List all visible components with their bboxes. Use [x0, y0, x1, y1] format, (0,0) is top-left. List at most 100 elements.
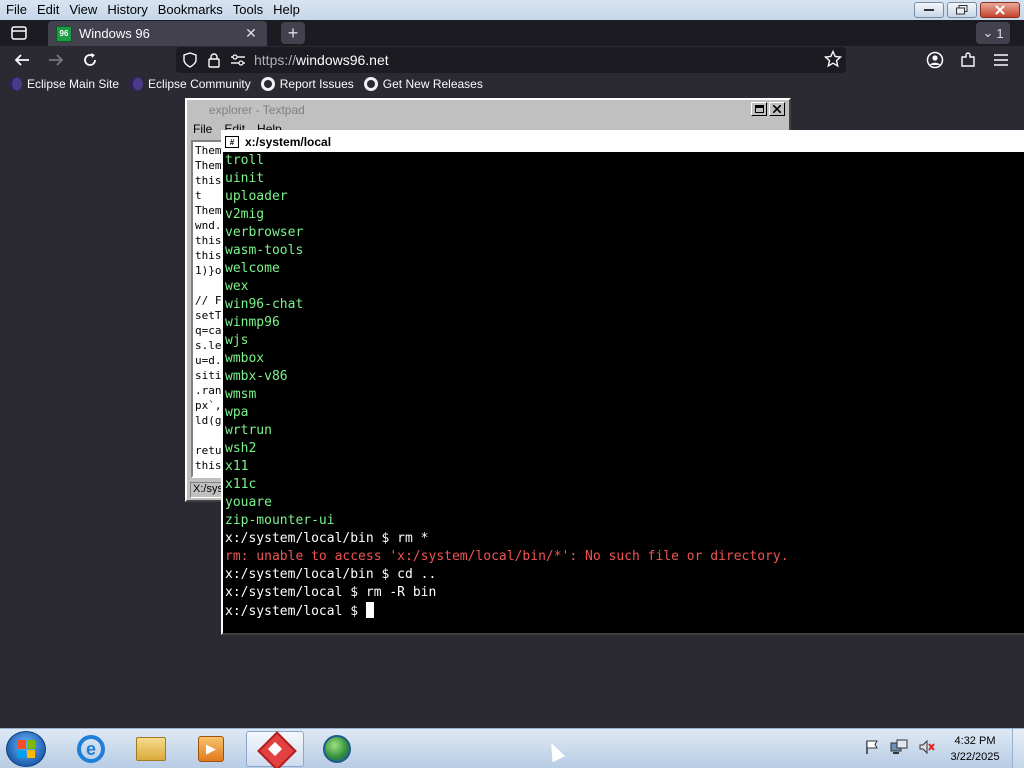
reload-button[interactable] — [79, 50, 101, 70]
network-icon[interactable] — [890, 739, 908, 758]
terminal-line: uinit — [225, 170, 1024, 188]
terminal-line: win96-chat — [225, 296, 1024, 314]
back-arrow-icon — [14, 54, 29, 66]
taskbar-media-player[interactable]: ▶ — [182, 731, 240, 767]
terminal-window[interactable]: # x:/system/local troll uinit uploader v2mi… — [221, 130, 1024, 635]
terminal-line-text: rm: unable to access 'x:/system/local/bi… — [225, 549, 789, 564]
terminal-line-text: wpa — [225, 405, 249, 420]
textpad-title: explorer - Textpad — [209, 103, 305, 117]
terminal-line: x11 — [225, 458, 1024, 476]
bookmark-star-icon[interactable] — [823, 49, 843, 71]
minimize-icon — [924, 9, 934, 11]
restore-button[interactable] — [947, 2, 977, 18]
menu-file[interactable]: File — [0, 0, 32, 20]
menu-history[interactable]: History — [102, 0, 152, 20]
taskbar-network[interactable] — [308, 731, 366, 767]
menu-help[interactable]: Help — [268, 0, 305, 20]
terminal-line: verbrowser — [225, 224, 1024, 242]
address-bar[interactable]: https://windows96.net — [176, 47, 846, 73]
browser-menubar: File Edit View History Bookmarks Tools H… — [0, 0, 1024, 20]
bookmark-eclipse-community[interactable]: Eclipse Community — [129, 77, 251, 91]
terminal-output[interactable]: troll uinit uploader v2mig verbrowser wasm-to… — [223, 152, 1024, 633]
terminal-line: wsh2 — [225, 440, 1024, 458]
terminal-line-text: x11 — [225, 459, 249, 474]
app-menu-button[interactable] — [990, 50, 1012, 70]
bookmarks-toolbar: Eclipse Main Site Eclipse Community Repo… — [0, 74, 1024, 94]
terminal-line-text: v2mig — [225, 207, 265, 222]
terminal-line: wjs — [225, 332, 1024, 350]
windows96-favicon-icon: 96 — [56, 25, 72, 42]
bookmark-report-issues[interactable]: Report Issues — [260, 77, 354, 91]
terminal-line: wmbox — [225, 350, 1024, 368]
textpad-maximize-button[interactable] — [751, 102, 767, 116]
close-icon — [773, 105, 781, 113]
tab-count: 1 — [996, 25, 1004, 41]
terminal-line: v2mig — [225, 206, 1024, 224]
close-icon — [995, 5, 1005, 15]
account-button[interactable] — [924, 50, 946, 70]
bookmark-label: Get New Releases — [382, 77, 483, 91]
taskbar-file-explorer[interactable] — [122, 731, 180, 767]
terminal-line: wex — [225, 278, 1024, 296]
clock[interactable]: 4:32 PM 3/22/2025 — [940, 733, 1010, 765]
terminal-titlebar[interactable]: # x:/system/local — [223, 132, 1024, 152]
github-icon — [363, 77, 378, 91]
bookmark-get-new-releases[interactable]: Get New Releases — [363, 77, 483, 91]
menu-bookmarks[interactable]: Bookmarks — [153, 0, 228, 20]
tab-windows96[interactable]: 96 Windows 96 ✕ — [48, 21, 267, 46]
windows96-app-icon — [261, 735, 289, 763]
menu-view[interactable]: View — [64, 0, 102, 20]
terminal-line-text: wsh2 — [225, 441, 257, 456]
clock-date: 3/22/2025 — [950, 751, 1000, 763]
terminal-icon: # — [225, 136, 239, 148]
folder-icon — [136, 737, 166, 761]
back-button[interactable] — [11, 50, 33, 70]
lock-icon[interactable] — [204, 50, 224, 70]
show-desktop-button[interactable] — [1012, 729, 1024, 768]
terminal-line-text: wmbx-v86 — [225, 369, 288, 384]
media-player-icon: ▶ — [198, 736, 224, 762]
terminal-line: welcome — [225, 260, 1024, 278]
list-all-tabs-button[interactable]: ⌄ 1 — [976, 22, 1010, 44]
extensions-button[interactable] — [957, 50, 979, 70]
menu-tools[interactable]: Tools — [228, 0, 268, 20]
taskbar-windows96[interactable] — [246, 731, 304, 767]
globe-icon — [323, 735, 351, 763]
minimize-button[interactable] — [914, 2, 944, 18]
forward-button[interactable] — [45, 50, 67, 70]
forward-arrow-icon — [49, 54, 64, 66]
terminal-line: x11c — [225, 476, 1024, 494]
shield-icon[interactable] — [180, 50, 200, 70]
terminal-line-text: x:/system/local/bin $ rm * — [225, 531, 429, 546]
permissions-icon[interactable] — [228, 50, 248, 70]
taskbar-internet-explorer[interactable]: e — [62, 731, 120, 767]
close-tab-icon[interactable]: ✕ — [243, 25, 259, 42]
textpad-titlebar[interactable]: explorer - Textpad — [187, 100, 789, 120]
terminal-line-text: wmsm — [225, 387, 257, 402]
system-tray — [864, 739, 936, 758]
window-controls — [914, 2, 1020, 18]
hamburger-menu-icon — [994, 54, 1008, 66]
textpad-menu-file[interactable]: File — [193, 122, 212, 136]
start-button[interactable] — [6, 731, 46, 767]
bookmark-label: Report Issues — [279, 77, 354, 91]
eclipse-icon — [8, 77, 22, 91]
terminal-line-text: wjs — [225, 333, 249, 348]
restore-icon — [956, 5, 968, 15]
new-tab-button[interactable]: + — [281, 22, 305, 44]
action-center-flag-icon[interactable] — [864, 739, 880, 758]
close-window-button[interactable] — [980, 2, 1020, 18]
account-icon — [926, 51, 944, 69]
textpad-close-button[interactable] — [769, 102, 785, 116]
terminal-line-text: youare — [225, 495, 272, 510]
bookmark-eclipse-main-site[interactable]: Eclipse Main Site — [8, 77, 119, 91]
terminal-line: wasm-tools — [225, 242, 1024, 260]
taskbar: e ▶ 4:32 PM 3/22/2025 — [0, 728, 1024, 768]
maximize-icon — [754, 105, 764, 113]
terminal-line: zip-mounter-ui — [225, 512, 1024, 530]
internet-explorer-icon: e — [77, 735, 105, 763]
firefox-view-button[interactable] — [7, 24, 31, 42]
menu-edit[interactable]: Edit — [32, 0, 64, 20]
github-icon — [260, 77, 275, 91]
volume-muted-icon[interactable] — [918, 739, 936, 758]
